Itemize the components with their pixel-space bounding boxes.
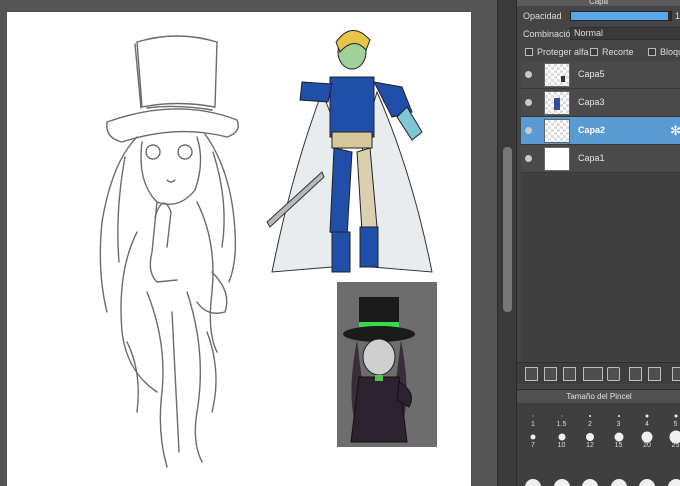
brush-size-option[interactable]: 3 <box>605 409 633 430</box>
brush-size-label: 4 <box>645 421 649 428</box>
layer-name: Capa2 <box>578 125 606 135</box>
brush-size-label: 12 <box>586 442 594 449</box>
brush-dot-icon <box>617 415 620 417</box>
brush-dot-icon <box>561 415 562 417</box>
brush-size-option[interactable]: 12 <box>576 430 604 451</box>
layer-item[interactable]: Capa1 <box>521 145 680 173</box>
blend-row: Combinación Normal <box>517 26 680 42</box>
brush-dot-icon <box>530 434 536 440</box>
brush-size-label: 2 <box>588 421 592 428</box>
checkbox-icon <box>590 48 598 56</box>
protect-alpha-checkbox[interactable]: Proteger alfa <box>525 47 589 57</box>
brush-dot-icon <box>614 432 623 442</box>
layer-item[interactable]: Capa3 <box>521 89 680 117</box>
blend-mode-label: Combinación <box>523 29 576 39</box>
protect-alpha-label: Proteger alfa <box>537 47 589 57</box>
folder-icon[interactable] <box>607 367 620 381</box>
blend-mode-select[interactable]: Normal <box>570 27 680 40</box>
thumbnail-content <box>554 98 560 110</box>
opacity-slider[interactable] <box>570 11 672 21</box>
brush-dot-icon <box>589 415 591 417</box>
brush-size-option[interactable]: 25 <box>662 430 680 451</box>
delete-layer-icon[interactable] <box>672 367 680 381</box>
panel-title: Capa <box>517 0 680 6</box>
brush-dot-icon <box>674 414 677 418</box>
reference-image-swordsman[interactable] <box>262 22 437 292</box>
brush-dot-icon <box>532 415 534 417</box>
canvas-area[interactable] <box>0 0 497 486</box>
brush-size-option[interactable]: 1 <box>519 409 547 430</box>
brush-dot-icon[interactable] <box>525 479 541 486</box>
new-layer-1bit-icon[interactable] <box>563 367 576 381</box>
brush-dot-icon[interactable] <box>639 479 655 486</box>
brush-size-grid: 1 1.5 2 3 4 5 7 10 12 15 20 25 <box>517 403 680 486</box>
new-layer-8bit-icon[interactable] <box>544 367 557 381</box>
brush-dot-icon <box>558 433 565 441</box>
brush-size-option[interactable]: 15 <box>605 430 633 451</box>
brush-dot-icon <box>641 431 653 443</box>
checkbox-icon <box>648 48 656 56</box>
lock-checkbox[interactable]: Bloque <box>648 47 680 57</box>
opacity-row: Opacidad 1 <box>517 8 680 24</box>
layer-thumbnail <box>544 119 570 143</box>
brush-size-label: 15 <box>614 442 623 449</box>
brush-size-option[interactable]: 7 <box>519 430 547 451</box>
eye-icon[interactable] <box>525 71 532 78</box>
brush-dot-icon[interactable] <box>610 479 627 486</box>
merge-layer-icon[interactable] <box>648 367 661 381</box>
layer-toolbar <box>517 362 680 384</box>
brush-dot-icon <box>645 414 649 418</box>
eye-icon[interactable] <box>525 99 532 106</box>
brush-dot-icon[interactable] <box>667 479 680 486</box>
layer-options-row: Proteger alfa Recorte Bloque <box>517 45 680 59</box>
brush-size-label: 1.5 <box>556 421 567 428</box>
scrollbar-thumb[interactable] <box>503 147 512 312</box>
layer-item[interactable]: Capa5 <box>521 61 680 89</box>
layer-name: Capa3 <box>578 97 605 107</box>
brush-size-option[interactable]: 5 <box>662 409 680 430</box>
brush-size-header: Tamaño del Pincel <box>517 389 680 403</box>
brush-size-option[interactable]: 4 <box>633 409 661 430</box>
layer-thumbnail <box>544 91 570 115</box>
brush-size-label: 25 <box>671 442 680 449</box>
thumbnail-content <box>561 76 565 82</box>
brush-size-option[interactable]: 1.5 <box>548 409 576 430</box>
opacity-slider-fill <box>571 12 668 20</box>
reference-image-witch[interactable] <box>337 282 437 447</box>
brush-dot-icon[interactable] <box>553 479 570 486</box>
layer-thumbnail <box>544 63 570 87</box>
brush-size-option[interactable]: 2 <box>576 409 604 430</box>
brush-size-label: 20 <box>643 442 651 449</box>
layer-name: Capa1 <box>578 153 605 163</box>
brush-size-label: 7 <box>531 442 535 449</box>
eye-icon[interactable] <box>525 155 532 162</box>
layer-panel: Capa Opacidad 1 Combinación Normal Prote… <box>516 0 680 486</box>
brush-dot-icon <box>586 433 594 441</box>
layer-name: Capa5 <box>578 69 605 79</box>
drawing-canvas[interactable] <box>7 12 471 486</box>
brush-size-label: 10 <box>557 442 566 449</box>
brush-size-option[interactable]: 10 <box>548 430 576 451</box>
gear-icon[interactable]: ✻ <box>670 123 680 139</box>
brush-size-label: 5 <box>673 421 678 428</box>
clip-checkbox[interactable]: Recorte <box>590 47 634 57</box>
layer-item[interactable]: Capa2 ✻ <box>521 117 680 145</box>
eye-icon[interactable] <box>525 127 532 134</box>
opacity-label: Opacidad <box>523 11 562 21</box>
new-layer-icon[interactable] <box>525 367 538 381</box>
lock-label: Bloque <box>660 47 680 57</box>
app-window: Capa Opacidad 1 Combinación Normal Prote… <box>0 0 680 486</box>
brush-size-label: 1 <box>531 421 535 428</box>
brush-size-option[interactable]: 20 <box>633 430 661 451</box>
checkbox-icon <box>525 48 533 56</box>
opacity-value: 1 <box>675 11 680 21</box>
vertical-scrollbar[interactable] <box>497 0 516 486</box>
layer-list: Capa5 Capa3 Capa2 ✻ Capa1 <box>521 61 680 361</box>
layer-thumbnail <box>544 147 570 171</box>
brush-size-label: 3 <box>616 421 621 428</box>
add-layer-menu-icon[interactable] <box>583 367 603 381</box>
brush-dot-icon[interactable] <box>582 479 598 486</box>
clip-label: Recorte <box>602 47 634 57</box>
duplicate-layer-icon[interactable] <box>629 367 642 381</box>
